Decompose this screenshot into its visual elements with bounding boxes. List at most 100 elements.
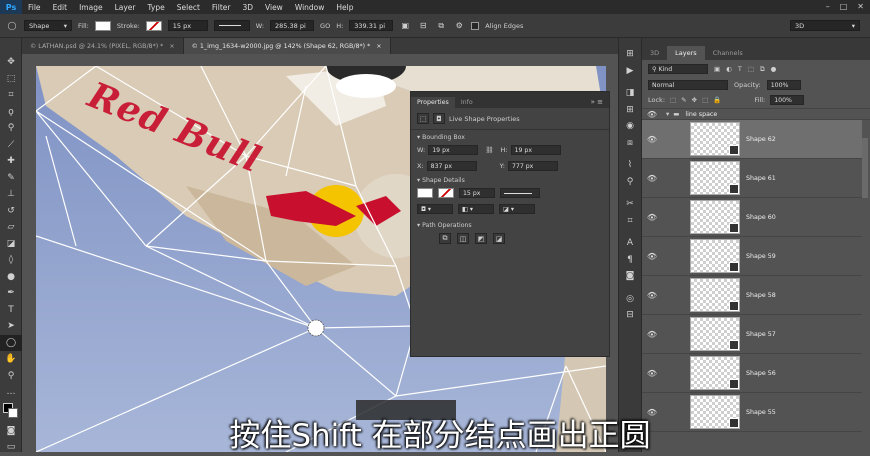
layer-row[interactable]: 👁 Shape 61	[642, 159, 862, 198]
adjustments-icon[interactable]: ◉	[619, 118, 641, 135]
filter-shape-icon[interactable]: ⬚	[748, 65, 754, 73]
history-icon[interactable]: ⊞	[619, 46, 641, 63]
align-edges-checkbox[interactable]	[471, 21, 480, 30]
menu-image[interactable]: Image	[73, 3, 109, 12]
menu-type[interactable]: Type	[142, 3, 171, 12]
marquee-tool-icon[interactable]: ⬚	[0, 71, 22, 88]
pen-tool-icon[interactable]: ✒	[0, 285, 22, 302]
mask-icon[interactable]: ⬚	[417, 113, 429, 124]
background-color[interactable]	[8, 407, 18, 418]
layer-row[interactable]: 👁 Shape 60	[642, 198, 862, 237]
menu-view[interactable]: View	[259, 3, 289, 12]
more-tools-icon[interactable]: …	[0, 384, 22, 401]
live-shape-icon[interactable]: ◘	[433, 113, 445, 124]
tab-channels[interactable]: Channels	[705, 46, 751, 60]
eye-icon[interactable]: 👁	[642, 110, 662, 119]
prop-x-field[interactable]: 837 px	[426, 161, 477, 171]
prop-width-field[interactable]: 19 px	[428, 145, 479, 155]
swatches-icon[interactable]: ⊞	[619, 102, 641, 119]
tools-icon[interactable]: ✂	[619, 196, 641, 213]
stroke-type-select[interactable]	[213, 20, 250, 31]
layer-row[interactable]: 👁 Shape 57	[642, 315, 862, 354]
layer-row[interactable]: 👁 Shape 56	[642, 354, 862, 393]
styles-icon[interactable]: ⧈	[619, 135, 641, 152]
blend-mode-select[interactable]: Normal	[648, 80, 728, 90]
color-icon[interactable]: ◨	[619, 85, 641, 102]
lock-artboard-icon[interactable]: ⬚	[702, 96, 708, 104]
layer-filter-select[interactable]: ⚲ Kind	[648, 64, 708, 74]
eye-icon[interactable]: 👁	[642, 213, 662, 222]
lock-transparent-icon[interactable]: ⬚	[670, 96, 676, 104]
link-icon[interactable]: ⛓	[485, 146, 493, 154]
lock-all-icon[interactable]: 🔒	[713, 96, 721, 104]
prop-fill-swatch[interactable]	[417, 188, 433, 198]
3d-icon[interactable]: ◎	[619, 291, 641, 308]
height-field[interactable]: 339.31 pi	[349, 20, 394, 31]
filter-toggle-icon[interactable]: ●	[771, 65, 777, 73]
quick-selection-icon[interactable]: ⚲	[0, 120, 22, 137]
quick-mask-icon[interactable]: ◙	[0, 423, 22, 440]
path-operations-icon[interactable]: ▣	[399, 20, 411, 32]
menu-filter[interactable]: Filter	[206, 3, 237, 12]
character-icon[interactable]: A	[619, 235, 641, 252]
clone-source-icon[interactable]: ⚲	[619, 174, 641, 191]
close-icon[interactable]: ✕	[857, 2, 864, 11]
menu-window[interactable]: Window	[289, 3, 331, 12]
menu-help[interactable]: Help	[330, 3, 359, 12]
menu-layer[interactable]: Layer	[109, 3, 142, 12]
brushes-icon[interactable]: ⌇	[619, 157, 641, 174]
combine-shapes-icon[interactable]: ⧉	[439, 233, 451, 244]
stroke-swatch[interactable]	[145, 20, 162, 31]
menu-select[interactable]: Select	[171, 3, 206, 12]
tab-layers[interactable]: Layers	[667, 46, 705, 60]
path-selection-icon[interactable]: ➤	[0, 318, 22, 335]
layer-group-row[interactable]: 👁 ▾ ▬ line space	[642, 108, 870, 120]
prop-stroke-size-field[interactable]: 15 px	[459, 188, 495, 198]
eye-icon[interactable]: 👁	[642, 369, 662, 378]
stroke-align-select[interactable]: ◘ ▾	[417, 204, 453, 214]
fill-swatch[interactable]	[94, 20, 111, 31]
close-icon[interactable]: ×	[169, 43, 174, 50]
crop-tool-icon[interactable]: ⌗	[0, 87, 22, 104]
minimize-icon[interactable]: –	[826, 2, 830, 11]
menu-edit[interactable]: Edit	[47, 3, 74, 12]
link-dimensions-button[interactable]: GO	[320, 22, 330, 30]
screen-mode-icon[interactable]: ▭	[0, 439, 22, 456]
ellipse-tool-icon[interactable]: ◯	[6, 20, 18, 32]
timeline-icon[interactable]: ⊟	[619, 307, 641, 324]
blur-tool-icon[interactable]: ◊	[0, 252, 22, 269]
filter-smart-object-icon[interactable]: ⧉	[760, 65, 765, 74]
eye-icon[interactable]: 👁	[642, 291, 662, 300]
hand-tool-icon[interactable]: ✋	[0, 351, 22, 368]
layer-row[interactable]: 👁 Shape 62	[642, 120, 862, 159]
move-tool-icon[interactable]: ✥	[0, 54, 22, 71]
layers-scrollbar[interactable]	[862, 138, 868, 198]
maximize-icon[interactable]: □	[840, 2, 848, 11]
stroke-size-field[interactable]: 15 px	[167, 20, 208, 31]
actions-icon[interactable]: ▶	[619, 63, 641, 80]
paint-bucket-icon[interactable]: ◪	[0, 236, 22, 253]
lock-pixels-icon[interactable]: ✎	[681, 96, 686, 104]
stroke-caps-select[interactable]: ◧ ▾	[458, 204, 494, 214]
glyphs-icon[interactable]: ◙	[619, 268, 641, 285]
selected-circle-node[interactable]	[307, 319, 325, 337]
prop-height-field[interactable]: 19 px	[510, 145, 561, 155]
prop-stroke-type-select[interactable]	[500, 188, 540, 198]
eye-icon[interactable]: 👁	[642, 174, 662, 183]
filter-adjustment-icon[interactable]: ◐	[726, 65, 732, 73]
eraser-icon[interactable]: ▱	[0, 219, 22, 236]
paths-icon[interactable]: ⌗	[619, 213, 641, 230]
eyedropper-icon[interactable]: ⟋	[0, 137, 22, 154]
layer-row[interactable]: 👁 Shape 59	[642, 237, 862, 276]
close-icon[interactable]: ×	[376, 43, 381, 50]
ellipse-tool-icon[interactable]: ◯	[0, 334, 22, 351]
tab-3d[interactable]: 3D	[642, 46, 667, 60]
history-brush-icon[interactable]: ↺	[0, 203, 22, 220]
color-swatches[interactable]	[0, 401, 22, 423]
menu-3d[interactable]: 3D	[236, 3, 259, 12]
gear-icon[interactable]: ⚙	[453, 20, 465, 32]
chevron-down-icon[interactable]: ▾	[666, 110, 669, 118]
brush-tool-icon[interactable]: ✎	[0, 170, 22, 187]
exclude-shape-icon[interactable]: ◪	[493, 233, 505, 244]
path-alignment-icon[interactable]: ⊟	[417, 20, 429, 32]
